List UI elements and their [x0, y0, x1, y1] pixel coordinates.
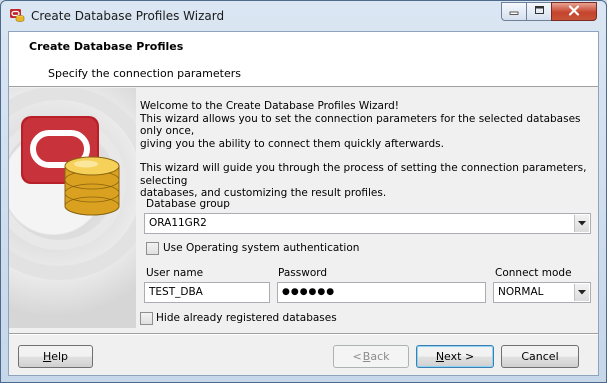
connect-mode-select[interactable]: NORMAL [493, 282, 591, 303]
intro-text: Welcome to the Create Database Profiles … [140, 100, 595, 200]
os-auth-checkbox[interactable] [146, 242, 159, 255]
connect-mode-label: Connect mode [495, 267, 572, 279]
close-button[interactable] [551, 2, 597, 21]
next-button-label: ext > [444, 350, 475, 363]
hide-registered-label[interactable]: Hide already registered databases [156, 312, 337, 324]
back-button-mnemonic: B [362, 350, 371, 363]
help-button-mnemonic: H [42, 350, 52, 363]
back-button-label: ack [370, 350, 390, 363]
maximize-button[interactable] [526, 2, 552, 21]
wizard-window: Create Database Profiles Wizard Create D… [0, 0, 607, 383]
cancel-button-label: Cancel [521, 350, 559, 363]
help-button-label: elp [51, 350, 69, 363]
intro-line: Welcome to the Create Database Profiles … [140, 100, 399, 112]
title-bar[interactable]: Create Database Profiles Wizard [1, 1, 606, 31]
username-label: User name [146, 267, 204, 279]
database-wizard-icon [9, 7, 25, 23]
password-value: ●●●●●● [282, 287, 336, 297]
minimize-icon [509, 5, 519, 18]
database-group-value: ORA11GR2 [149, 217, 207, 229]
oracle-database-coins-graphic [9, 88, 136, 328]
password-field[interactable]: ●●●●●● [277, 282, 486, 303]
database-group-select[interactable]: ORA11GR2 [144, 213, 591, 234]
wizard-header: Create Database Profiles Specify the con… [9, 32, 598, 87]
password-label: Password [278, 267, 328, 279]
database-group-label: Database group [146, 198, 230, 210]
maximize-icon [534, 5, 545, 18]
page-subtitle: Specify the connection parameters [48, 67, 241, 80]
chevron-down-icon[interactable] [574, 215, 589, 232]
close-icon [568, 4, 580, 19]
window-title: Create Database Profiles Wizard [31, 9, 225, 23]
intro-line: giving you the ability to connect them q… [140, 137, 444, 150]
hide-registered-checkbox[interactable] [140, 312, 153, 325]
help-button[interactable]: Help [18, 345, 93, 368]
next-button[interactable]: Next > [416, 345, 494, 368]
back-button[interactable]: < Back [333, 345, 409, 368]
intro-line: This wizard will guide you through the p… [140, 162, 587, 187]
username-value: TEST_DBA [149, 286, 203, 298]
page-title: Create Database Profiles [29, 40, 184, 53]
chevron-down-icon[interactable] [574, 284, 589, 301]
next-button-mnemonic: N [435, 350, 445, 363]
footer-divider [9, 333, 598, 335]
username-field[interactable]: TEST_DBA [144, 282, 270, 303]
cancel-button[interactable]: Cancel [501, 345, 579, 368]
back-button-arrow: < [352, 350, 362, 363]
minimize-button[interactable] [501, 2, 527, 21]
os-auth-label[interactable]: Use Operating system authentication [163, 242, 359, 254]
wizard-client-area: Create Database Profiles Specify the con… [8, 31, 599, 376]
intro-line: This wizard allows you to set the connec… [140, 112, 581, 138]
connect-mode-value: NORMAL [498, 286, 544, 298]
